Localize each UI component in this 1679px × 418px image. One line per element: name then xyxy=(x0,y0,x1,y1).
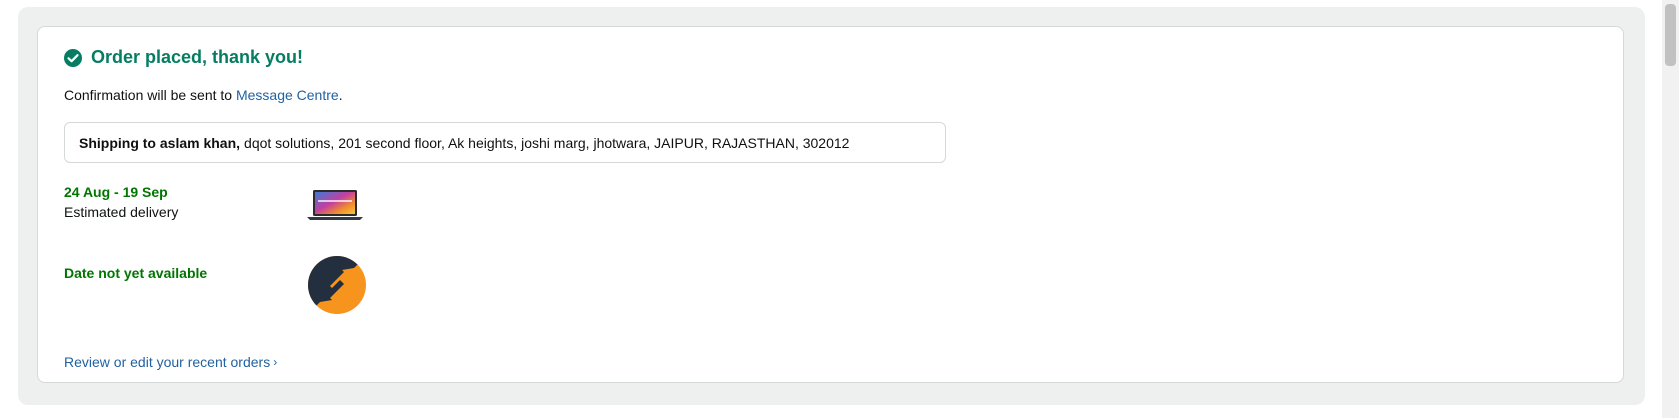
confirmation-message: Confirmation will be sent to Message Cen… xyxy=(64,87,343,103)
confirmation-suffix: . xyxy=(338,87,343,103)
shipping-address: dqot solutions, 201 second floor, Ak hei… xyxy=(244,134,850,151)
vertical-scrollbar[interactable] xyxy=(1662,0,1679,418)
chevron-right-icon: › xyxy=(273,355,278,369)
laptop-product-icon[interactable] xyxy=(306,188,364,222)
shipping-address-box: Shipping to aslam khan, dqot solutions, … xyxy=(64,122,946,163)
review-orders-label: Review or edit your recent orders xyxy=(64,354,271,370)
exchange-arrows-icon[interactable] xyxy=(306,254,368,316)
order-placed-header: Order placed, thank you! xyxy=(63,47,303,68)
delivery-date: 24 Aug - 19 Sep xyxy=(64,184,168,200)
confirmation-prefix: Confirmation will be sent to xyxy=(64,87,236,103)
review-orders-link[interactable]: Review or edit your recent orders › xyxy=(64,354,277,370)
check-circle-icon xyxy=(64,48,82,67)
scrollbar-thumb[interactable] xyxy=(1665,4,1676,66)
message-centre-link[interactable]: Message Centre xyxy=(236,87,339,103)
shipping-recipient: Shipping to aslam khan, xyxy=(79,134,241,151)
delivery-label: Estimated delivery xyxy=(64,204,179,220)
order-confirmation-panel: Order placed, thank you! Confirmation wi… xyxy=(18,7,1645,405)
order-confirmation-card: Order placed, thank you! Confirmation wi… xyxy=(37,26,1624,383)
delivery-date-unavailable: Date not yet available xyxy=(64,265,208,281)
page-title: Order placed, thank you! xyxy=(91,47,304,67)
